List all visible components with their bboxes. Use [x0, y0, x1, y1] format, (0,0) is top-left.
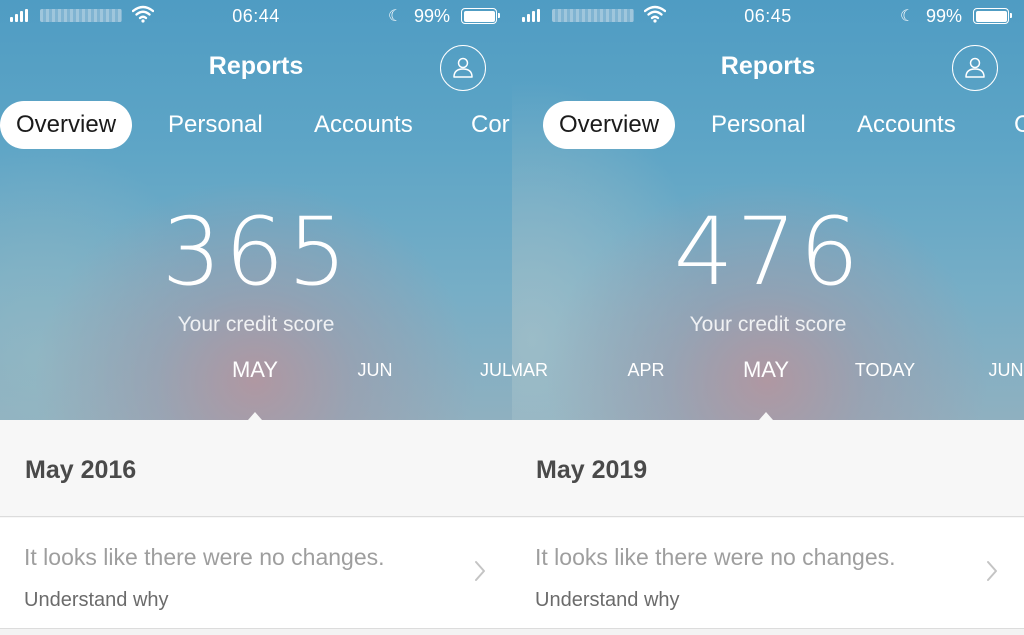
tab-accounts[interactable]: Accounts — [298, 101, 429, 149]
person-icon — [453, 57, 473, 78]
status-bar: 06:45 ☾ 99% — [512, 0, 1024, 32]
month-jun[interactable]: JUN — [358, 360, 393, 381]
period-title: May 2019 — [536, 456, 648, 484]
credit-score-value: 365 — [161, 198, 351, 307]
tab-partial[interactable]: Cor — [455, 101, 512, 149]
month-may[interactable]: MAY — [743, 357, 789, 383]
period-header: May 2016 — [0, 420, 512, 517]
battery-percent: 99% — [926, 6, 963, 26]
month-mar[interactable]: MAR — [512, 360, 548, 381]
person-icon — [965, 57, 985, 78]
credit-score-hero: 06:44 ☾ 99% Reports Overview Personal Ac… — [0, 0, 512, 420]
month-selector: MAR APR MAY TODAY JUN — [512, 357, 1024, 390]
bottom-divider — [512, 629, 1024, 635]
selected-month-pointer — [248, 412, 262, 420]
battery-percent: 99% — [414, 6, 451, 26]
month-jul[interactable]: JUL — [480, 360, 512, 381]
tab-accounts[interactable]: Accounts — [841, 101, 972, 149]
month-may[interactable]: MAY — [232, 357, 278, 383]
month-selector: MAY JUN JUL — [0, 357, 512, 390]
battery-icon — [461, 8, 500, 24]
moon-icon: ☾ — [900, 8, 915, 25]
no-changes-row[interactable]: It looks like there were no changes. Und… — [512, 518, 1024, 629]
tab-personal[interactable]: Personal — [152, 101, 279, 149]
phone-screen-right: 06:45 ☾ 99% Reports Overview Personal Ac… — [512, 0, 1024, 635]
no-changes-row[interactable]: It looks like there were no changes. Und… — [0, 518, 512, 629]
page-title: Reports — [720, 52, 816, 80]
credit-score-label: Your credit score — [689, 313, 847, 336]
bottom-divider — [0, 629, 512, 635]
credit-score-hero: 06:45 ☾ 99% Reports Overview Personal Ac… — [512, 0, 1024, 420]
month-today[interactable]: TODAY — [855, 360, 915, 381]
moon-icon: ☾ — [388, 8, 403, 25]
profile-button[interactable] — [440, 45, 486, 91]
no-changes-text: It looks like there were no changes. — [24, 544, 385, 570]
page-title: Reports — [208, 52, 304, 80]
month-apr[interactable]: APR — [627, 360, 664, 381]
understand-why-link[interactable]: Understand why — [24, 589, 169, 612]
profile-button[interactable] — [952, 45, 998, 91]
understand-why-link[interactable]: Understand why — [535, 589, 680, 612]
chevron-right-icon — [475, 561, 485, 581]
no-changes-text: It looks like there were no changes. — [535, 544, 896, 570]
credit-score-value: 476 — [673, 198, 863, 307]
report-tabs: Overview Personal Accounts C — [512, 101, 1024, 149]
phone-screen-left: 06:44 ☾ 99% Reports Overview Personal Ac… — [0, 0, 512, 635]
period-header: May 2019 — [512, 420, 1024, 517]
report-tabs: Overview Personal Accounts Cor — [0, 101, 512, 149]
selected-month-pointer — [759, 412, 773, 420]
month-jun[interactable]: JUN — [989, 360, 1024, 381]
tab-overview[interactable]: Overview — [0, 101, 133, 149]
tab-personal[interactable]: Personal — [695, 101, 822, 149]
battery-icon — [973, 8, 1012, 24]
status-bar: 06:44 ☾ 99% — [0, 0, 512, 32]
tab-overview[interactable]: Overview — [543, 101, 676, 149]
chevron-right-icon — [987, 561, 997, 581]
period-title: May 2016 — [25, 456, 137, 484]
credit-score-label: Your credit score — [177, 313, 335, 336]
tab-partial[interactable]: C — [998, 101, 1024, 149]
